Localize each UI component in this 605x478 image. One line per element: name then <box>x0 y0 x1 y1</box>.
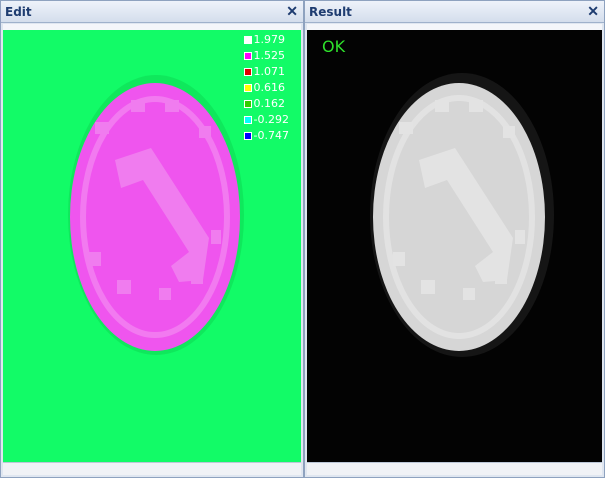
legend-item: 1.071 <box>243 64 289 80</box>
legend-label: 0.616 <box>253 81 286 94</box>
edit-panel: Edit ✕ 1.979 1.525 1.071 0.616 0.162 -0.… <box>0 0 304 478</box>
result-image-view[interactable]: OK <box>307 30 602 462</box>
result-panel-close-icon[interactable]: ✕ <box>587 3 599 19</box>
result-panel-title: Result <box>309 5 352 19</box>
height-legend: 1.979 1.525 1.071 0.616 0.162 -0.292 -0.… <box>243 32 289 144</box>
legend-swatch <box>243 84 252 92</box>
legend-item: 0.616 <box>243 80 289 96</box>
legend-swatch <box>243 116 252 124</box>
legend-swatch <box>243 132 252 140</box>
legend-label: 1.071 <box>253 65 286 78</box>
edit-panel-title: Edit <box>5 5 32 19</box>
legend-label: 1.979 <box>253 33 286 46</box>
result-panel-titlebar[interactable]: Result ✕ <box>305 1 604 23</box>
result-panel: Result ✕ OK <box>304 0 605 478</box>
legend-label: 0.162 <box>253 97 286 110</box>
legend-item: 1.979 <box>243 32 289 48</box>
legend-label: 1.525 <box>253 49 286 62</box>
result-image-canvas <box>370 73 554 357</box>
edit-panel-close-icon[interactable]: ✕ <box>286 3 298 19</box>
edit-panel-titlebar[interactable]: Edit ✕ <box>1 1 303 23</box>
legend-swatch <box>243 100 252 108</box>
legend-swatch <box>243 68 252 76</box>
legend-swatch <box>243 52 252 60</box>
legend-label: -0.747 <box>253 129 289 142</box>
result-panel-status-strip <box>307 462 602 475</box>
inspection-status-text: OK <box>322 37 346 56</box>
coin-image <box>373 83 545 351</box>
legend-item: -0.292 <box>243 112 289 128</box>
edit-panel-status-strip <box>3 462 301 475</box>
legend-swatch <box>243 36 252 44</box>
legend-item: 0.162 <box>243 96 289 112</box>
legend-item: 1.525 <box>243 48 289 64</box>
legend-item: -0.747 <box>243 128 289 144</box>
edit-heightmap-view[interactable]: 1.979 1.525 1.071 0.616 0.162 -0.292 -0.… <box>3 30 301 462</box>
legend-label: -0.292 <box>253 113 289 126</box>
